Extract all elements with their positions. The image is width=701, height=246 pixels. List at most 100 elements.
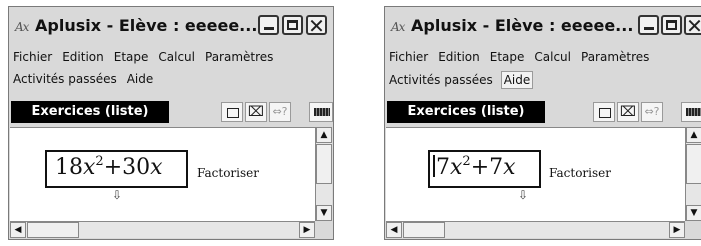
horizontal-scroll-thumb[interactable] <box>27 222 79 238</box>
minimize-button[interactable] <box>638 15 659 35</box>
menu-activites-passees[interactable]: Activités passées <box>387 72 495 88</box>
crossed-rectangle-tool-button[interactable]: ⌧ <box>617 102 639 122</box>
maximize-button[interactable] <box>661 15 682 35</box>
menu-fichier[interactable]: Fichier <box>11 49 54 65</box>
menu-edition[interactable]: Edition <box>436 49 482 65</box>
crossed-rectangle-icon: ⌧ <box>619 104 637 120</box>
maximize-icon <box>663 17 680 33</box>
scroll-corner <box>685 221 701 238</box>
keyboard-icon <box>686 108 701 116</box>
menu-bar-row2: Activités passées Aide <box>387 71 539 89</box>
exercise-area[interactable]: 7x2+7x Factoriser ⇩ <box>386 127 685 222</box>
menu-aide[interactable]: Aide <box>500 71 534 89</box>
window-title: Aplusix - Elève : eeeee... <box>411 16 634 35</box>
vertical-scroll-thumb[interactable] <box>316 144 332 184</box>
menu-fichier[interactable]: Fichier <box>387 49 430 65</box>
scroll-right-icon: ▶ <box>303 225 311 235</box>
equivalence-question-icon: ⇔? <box>644 105 660 118</box>
exercise-list-label[interactable]: Exercices (liste) <box>387 101 545 123</box>
menu-calcul[interactable]: Calcul <box>156 49 197 65</box>
scroll-left-button[interactable]: ◀ <box>10 222 26 238</box>
expr-var: x <box>83 155 96 180</box>
expr-var2: x <box>503 155 516 180</box>
scroll-down-icon: ▼ <box>690 208 698 218</box>
scroll-down-icon: ▼ <box>320 208 328 218</box>
maximize-icon <box>284 17 301 33</box>
exercise-area[interactable]: 18x2+30x Factoriser ⇩ <box>10 127 315 222</box>
scroll-up-button[interactable]: ▲ <box>316 127 332 143</box>
scroll-down-button[interactable]: ▼ <box>686 205 701 221</box>
horizontal-scrollbar[interactable]: ◀ ▶ <box>10 221 315 238</box>
expression-box[interactable]: 18x2+30x <box>45 150 188 188</box>
close-icon: ✕ <box>686 14 701 38</box>
vertical-scrollbar[interactable]: ▲ ▼ <box>685 127 701 221</box>
menu-etape[interactable]: Etape <box>488 49 527 65</box>
scroll-up-button[interactable]: ▲ <box>686 127 701 143</box>
minimize-button[interactable] <box>258 15 279 35</box>
toolbar: Exercices (liste) ⌧ ⇔? <box>385 99 701 125</box>
mouse-pointer-icon: ⇩ <box>518 188 529 202</box>
task-label: Factoriser <box>549 166 612 180</box>
mouse-pointer-icon: ⇩ <box>112 188 123 202</box>
menu-bar-row1: Fichier Edition Etape Calcul Paramètres <box>387 49 657 65</box>
expr-operator: + <box>103 155 123 180</box>
title-bar[interactable]: Ax Aplusix - Elève : eeeee... ✕ <box>9 7 333 43</box>
menu-etape[interactable]: Etape <box>112 49 151 65</box>
exercise-list-label[interactable]: Exercices (liste) <box>11 101 169 123</box>
expr-operator: + <box>470 155 490 180</box>
keyboard-tool-button[interactable] <box>681 102 701 122</box>
vertical-scroll-thumb[interactable] <box>686 144 701 184</box>
aplusix-app-icon: Ax <box>15 20 29 34</box>
toolbar: Exercices (liste) ⌧ ⇔? <box>9 99 333 125</box>
scroll-left-button[interactable]: ◀ <box>386 222 402 238</box>
menu-aide[interactable]: Aide <box>125 71 156 87</box>
expr-exponent: 2 <box>95 154 104 169</box>
horizontal-scrollbar[interactable]: ◀ ▶ <box>386 221 685 238</box>
scroll-right-button[interactable]: ▶ <box>299 222 315 238</box>
rectangle-tool-button[interactable] <box>221 102 243 122</box>
scroll-right-icon: ▶ <box>673 225 681 235</box>
aplusix-app-icon: Ax <box>391 20 405 34</box>
crossed-rectangle-tool-button[interactable]: ⌧ <box>245 102 267 122</box>
close-button[interactable]: ✕ <box>306 14 327 38</box>
close-icon: ✕ <box>308 14 325 38</box>
menu-activites-passees[interactable]: Activités passées <box>11 71 119 87</box>
scroll-left-icon: ◀ <box>14 225 22 235</box>
crossed-rectangle-icon: ⌧ <box>247 104 265 120</box>
equivalence-tool-button[interactable]: ⇔? <box>269 102 291 122</box>
menu-parametres[interactable]: Paramètres <box>203 49 275 65</box>
scroll-corner <box>315 221 332 238</box>
expr-var: x <box>450 155 463 180</box>
horizontal-scroll-thumb[interactable] <box>403 222 445 238</box>
maximize-button[interactable] <box>282 15 303 35</box>
task-label: Factoriser <box>197 166 260 180</box>
rectangle-tool-button[interactable] <box>593 102 615 122</box>
minimize-icon <box>260 17 277 33</box>
text-caret <box>433 155 435 177</box>
close-button[interactable]: ✕ <box>684 14 701 38</box>
menu-edition[interactable]: Edition <box>60 49 106 65</box>
rectangle-icon <box>599 108 611 118</box>
expr-coef1: 18 <box>55 155 83 180</box>
keyboard-icon <box>314 108 330 116</box>
vertical-scrollbar[interactable]: ▲ ▼ <box>315 127 332 221</box>
keyboard-tool-button[interactable] <box>309 102 333 122</box>
expr-coef2: 30 <box>122 155 151 180</box>
menu-bar-row1: Fichier Edition Etape Calcul Paramètres <box>11 49 281 65</box>
equivalence-tool-button[interactable]: ⇔? <box>641 102 663 122</box>
menu-parametres[interactable]: Paramètres <box>579 49 651 65</box>
expression-box[interactable]: 7x2+7x <box>428 150 541 188</box>
expr-coef2: 7 <box>489 155 504 180</box>
aplusix-window-2: Ax Aplusix - Elève : eeeee... ✕ Fichier E… <box>384 6 701 240</box>
title-bar[interactable]: Ax Aplusix - Elève : eeeee... ✕ <box>385 7 701 43</box>
minimize-icon <box>640 17 657 33</box>
expr-coef1: 7 <box>436 155 450 180</box>
menu-calcul[interactable]: Calcul <box>532 49 573 65</box>
window-title: Aplusix - Elève : eeeee... <box>35 16 258 35</box>
rectangle-icon <box>227 108 239 118</box>
menu-bar-row2: Activités passées Aide <box>11 71 161 87</box>
scroll-down-button[interactable]: ▼ <box>316 205 332 221</box>
scroll-right-button[interactable]: ▶ <box>669 222 685 238</box>
expr-exponent: 2 <box>462 154 471 169</box>
equivalence-question-icon: ⇔? <box>272 105 288 118</box>
